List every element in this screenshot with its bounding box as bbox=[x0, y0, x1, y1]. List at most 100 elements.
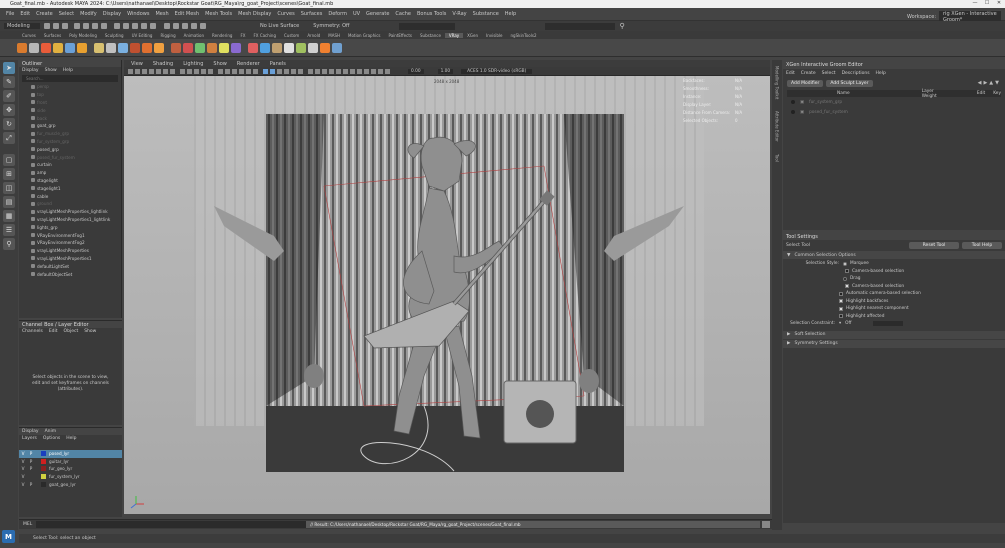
visibility-icon[interactable] bbox=[791, 110, 795, 114]
shelf-tool-icon[interactable] bbox=[29, 42, 39, 53]
shelf-tab-vray[interactable]: VRay bbox=[444, 32, 464, 38]
outliner-item[interactable]: VRayEnvironmentFog1 bbox=[19, 231, 121, 239]
common-selection-options-section[interactable]: ▼ Common Selection Options bbox=[783, 251, 1005, 259]
tab-modelling-toolkit[interactable]: Modelling Toolkit bbox=[775, 66, 780, 99]
menu-edit[interactable]: Edit bbox=[17, 11, 33, 17]
outliner-item[interactable]: defaultObjectSet bbox=[19, 270, 121, 278]
channel-menu-show[interactable]: Show bbox=[84, 329, 96, 334]
outliner-item[interactable]: front bbox=[19, 99, 121, 107]
layer-color-swatch[interactable] bbox=[41, 474, 46, 480]
selection-constraint-dropdown[interactable]: Off bbox=[845, 321, 873, 326]
camera-based2-checkbox[interactable] bbox=[845, 284, 849, 289]
maximize-button[interactable]: ☐ bbox=[981, 0, 993, 6]
perspective-viewport[interactable]: 2048 x 2048 bbox=[124, 76, 770, 514]
shelf-tab-rendering[interactable]: Rendering bbox=[208, 33, 236, 38]
shelf-tool-icon[interactable] bbox=[308, 42, 318, 53]
playback-toggle[interactable]: P bbox=[27, 451, 35, 456]
shelf-tool-icon[interactable] bbox=[248, 42, 258, 53]
shelf-tool-icon[interactable] bbox=[65, 42, 75, 53]
outliner-item[interactable]: ground bbox=[19, 200, 121, 208]
shelf-tool-icon[interactable] bbox=[320, 42, 330, 53]
outliner-item[interactable]: lights_grp bbox=[19, 223, 121, 231]
shelf-tool-icon[interactable] bbox=[284, 42, 294, 53]
xgen-menu-descriptions[interactable]: Descriptions bbox=[842, 71, 870, 76]
shelf-tab-surfaces[interactable]: Surfaces bbox=[40, 33, 65, 38]
layer-menu-options[interactable]: Options bbox=[43, 436, 60, 441]
outliner-item[interactable]: curtain bbox=[19, 161, 121, 169]
outliner-item[interactable]: persp bbox=[19, 83, 121, 91]
constraint-arrow-icon[interactable]: ▾ bbox=[839, 321, 841, 326]
drag-radio[interactable] bbox=[843, 276, 847, 281]
mel-label[interactable]: MEL bbox=[19, 522, 36, 527]
shelf-tool-icon[interactable] bbox=[106, 42, 116, 53]
shelf-tool-icon[interactable] bbox=[231, 42, 241, 53]
layer-color-swatch[interactable] bbox=[41, 481, 46, 487]
search-icon[interactable]: ⚲ bbox=[3, 238, 15, 250]
outliner-menu-help[interactable]: Help bbox=[63, 68, 73, 73]
marquee-radio[interactable] bbox=[843, 261, 847, 266]
xgen-row[interactable]: ▣ posed_fur_system bbox=[783, 107, 1005, 117]
shelf-tool-icon[interactable] bbox=[53, 42, 63, 53]
menu-substance[interactable]: Substance bbox=[470, 11, 502, 17]
layer-tab-anim[interactable]: Anim bbox=[45, 429, 57, 434]
shelf-tool-icon[interactable] bbox=[183, 42, 193, 53]
outliner-item[interactable]: vrayLightMeshProperties_lightlink bbox=[19, 208, 121, 216]
highlight-nearest-checkbox[interactable] bbox=[839, 306, 843, 311]
menu-display[interactable]: Display bbox=[100, 11, 124, 17]
shelf-tool-icon[interactable] bbox=[17, 42, 27, 53]
shelf-tool-icon[interactable] bbox=[41, 42, 51, 53]
two-view-icon[interactable]: ◫ bbox=[3, 182, 15, 194]
shelf-tool-icon[interactable] bbox=[130, 42, 140, 53]
symmetry-label[interactable]: Symmetry: Off bbox=[313, 23, 349, 29]
outliner-item[interactable]: defaultLightSet bbox=[19, 262, 121, 270]
visibility-toggle[interactable]: V bbox=[19, 459, 27, 464]
script-editor-icon[interactable] bbox=[762, 521, 770, 528]
outliner-search-input[interactable]: Search... bbox=[22, 75, 118, 82]
menu-file[interactable]: File bbox=[3, 11, 17, 17]
display-layer-row[interactable]: V Pposed_lyr bbox=[19, 450, 122, 458]
live-surface-label[interactable]: No Live Surface bbox=[260, 23, 299, 29]
layer-menu-layers[interactable]: Layers bbox=[22, 436, 37, 441]
layer-color-swatch[interactable] bbox=[41, 451, 46, 457]
viewport-toolbar-icons[interactable] bbox=[124, 67, 394, 76]
outliner-item[interactable]: stagelight1 bbox=[19, 184, 121, 192]
graph-layout-icon[interactable]: ▦ bbox=[3, 210, 15, 222]
outliner-item[interactable]: fur_muscle_grp bbox=[19, 130, 121, 138]
shelf-tab-painteffects[interactable]: PaintEffects bbox=[385, 33, 417, 38]
visibility-toggle[interactable]: V bbox=[19, 474, 27, 479]
shelf-tab-rigging[interactable]: Rigging bbox=[156, 33, 179, 38]
search-field[interactable] bbox=[545, 22, 616, 30]
visibility-toggle[interactable]: V bbox=[19, 482, 27, 487]
outliner-item[interactable]: back bbox=[19, 114, 121, 122]
outliner-layout-icon[interactable]: ▤ bbox=[3, 196, 15, 208]
search-icon[interactable]: ⚲ bbox=[619, 22, 624, 30]
symmetry-settings-section[interactable]: ▶ Symmetry Settings bbox=[783, 339, 1005, 348]
shelf-tool-icon[interactable] bbox=[219, 42, 229, 53]
shelf-tool-icon[interactable] bbox=[142, 42, 152, 53]
channel-menu-edit[interactable]: Edit bbox=[49, 329, 58, 334]
shelf-tab-fx[interactable]: FX bbox=[236, 33, 249, 38]
outliner-item[interactable]: goat_grp bbox=[19, 122, 121, 130]
select-tool-icon[interactable]: ➤ bbox=[3, 62, 15, 74]
outliner-item[interactable]: VRayEnvironmentFog2 bbox=[19, 239, 121, 247]
layer-menu-help[interactable]: Help bbox=[66, 436, 76, 441]
minimize-button[interactable]: — bbox=[969, 0, 981, 6]
menu-create[interactable]: Create bbox=[33, 11, 56, 17]
menu-mesh-display[interactable]: Mesh Display bbox=[235, 11, 274, 17]
highlight-backfaces-checkbox[interactable] bbox=[839, 299, 843, 304]
outliner-item[interactable]: posed_fur_system bbox=[19, 153, 121, 161]
visibility-toggle[interactable]: V bbox=[19, 451, 27, 456]
auto-camera-checkbox[interactable] bbox=[839, 291, 843, 296]
tool-help-button[interactable]: Tool Help bbox=[962, 241, 1002, 249]
menu-bonus-tools[interactable]: Bonus Tools bbox=[414, 11, 449, 17]
menu-generate[interactable]: Generate bbox=[363, 11, 392, 17]
tab-attribute-editor[interactable]: Attribute Editor bbox=[775, 111, 780, 142]
shelf-tool-icon[interactable] bbox=[77, 42, 87, 53]
outliner-menu-display[interactable]: Display bbox=[22, 68, 39, 73]
menu-help[interactable]: Help bbox=[502, 11, 519, 17]
shelf-tab-curves[interactable]: Curves bbox=[18, 33, 40, 38]
shelf-tab-sculpting[interactable]: Sculpting bbox=[101, 33, 128, 38]
menu-cache[interactable]: Cache bbox=[392, 11, 414, 17]
menu-edit-mesh[interactable]: Edit Mesh bbox=[172, 11, 202, 17]
colorspace-dropdown[interactable]: ACES 1.0 SDR-video (sRGB) bbox=[461, 68, 533, 74]
